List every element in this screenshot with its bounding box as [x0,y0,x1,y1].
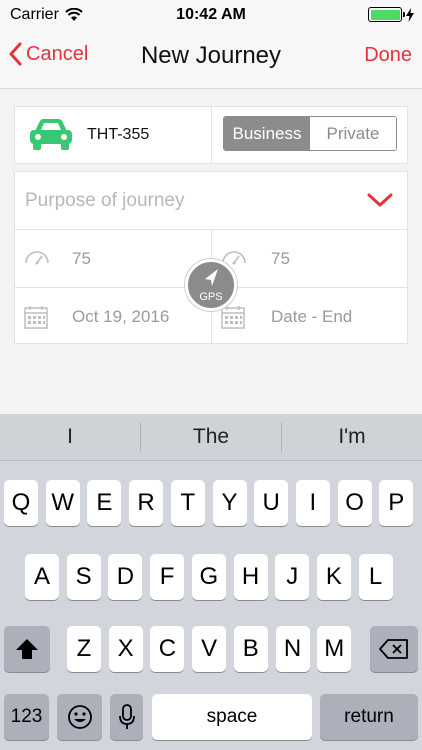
shift-key[interactable] [4,626,50,672]
backspace-icon [379,639,408,659]
calendar-icon [24,306,48,329]
key-w[interactable]: W [45,480,80,526]
date-start-field[interactable]: Oct 19, 2016 [15,288,212,344]
key-i[interactable]: I [295,480,330,526]
suggestion-1[interactable]: I [0,414,140,460]
gps-label: GPS [199,291,223,303]
key-v[interactable]: V [192,626,227,672]
emoji-icon [67,705,92,729]
key-q[interactable]: Q [4,480,38,526]
key-s[interactable]: S [66,554,101,600]
key-z[interactable]: Z [67,626,101,672]
key-o[interactable]: O [337,480,372,526]
key-e[interactable]: E [87,480,122,526]
key-a[interactable]: A [25,554,59,600]
odometer-start-value: 75 [72,249,91,268]
space-key[interactable]: space [152,694,312,740]
key-x[interactable]: X [108,626,143,672]
suggestion-3[interactable]: I'm [282,414,422,460]
return-key[interactable]: return [320,694,418,740]
page-title: New Journey [140,42,282,69]
segment-business[interactable]: Business [224,117,310,150]
gps-button[interactable]: GPS [185,259,237,311]
key-u[interactable]: U [254,480,289,526]
suggestion-2[interactable]: The [141,414,281,460]
keyboard: I The I'm 123 space return Q W E R T Y U… [0,414,422,750]
shift-icon [16,639,38,659]
vehicle-plate: THT-355 [87,126,150,143]
journey-form: Purpose of journey 75 75 Oct 19, 2016 Da… [14,171,408,344]
date-start-value: Oct 19, 2016 [72,307,170,326]
battery-group [368,7,414,22]
microphone-key[interactable] [110,694,143,740]
navigation-bar: Cancel New Journey Done [0,30,422,89]
key-g[interactable]: G [191,554,226,600]
suggestion-bar: I The I'm [0,414,422,461]
date-end-field[interactable]: Date - End [212,288,407,344]
key-b[interactable]: B [233,626,268,672]
key-k[interactable]: K [316,554,351,600]
key-m[interactable]: M [317,626,352,672]
purpose-placeholder: Purpose of journey [25,190,185,211]
key-p[interactable]: P [379,480,414,526]
done-button[interactable]: Done [364,44,412,67]
journey-type-segmented-control: Business Private [223,116,397,151]
emoji-key[interactable] [57,694,102,740]
key-c[interactable]: C [150,626,185,672]
key-t[interactable]: T [170,480,205,526]
car-icon [30,119,72,150]
microphone-icon [118,704,135,729]
battery-icon [368,7,405,22]
backspace-key[interactable] [370,626,418,672]
status-bar: Carrier 10:42 AM [0,0,422,30]
key-h[interactable]: H [233,554,268,600]
location-arrow-icon [205,269,218,286]
key-j[interactable]: J [275,554,310,600]
key-r[interactable]: R [129,480,164,526]
charging-icon [406,7,414,22]
odometer-end-field[interactable]: 75 [212,230,407,287]
clock: 10:42 AM [176,6,246,23]
vehicle-selector[interactable]: THT-355 [15,107,212,163]
calendar-icon [221,306,245,329]
key-l[interactable]: L [358,554,393,600]
odometer-end-value: 75 [271,249,290,268]
key-y[interactable]: Y [212,480,247,526]
date-end-placeholder: Date - End [271,307,353,326]
chevron-down-icon[interactable] [367,192,393,208]
numbers-key[interactable]: 123 [4,694,49,740]
speedometer-icon [25,251,49,265]
purpose-field[interactable]: Purpose of journey [15,172,407,230]
key-d[interactable]: D [108,554,143,600]
odometer-start-field[interactable]: 75 [15,230,212,287]
key-f[interactable]: F [150,554,185,600]
key-n[interactable]: N [275,626,310,672]
segment-private[interactable]: Private [310,117,396,150]
